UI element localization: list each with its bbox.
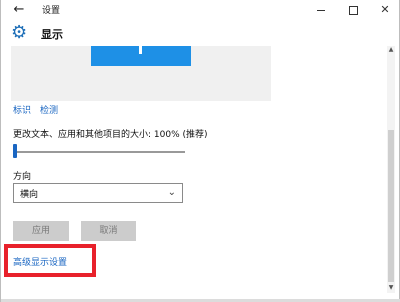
arrow-left-icon: ← (13, 2, 25, 17)
cancel-button[interactable]: 取消 (81, 221, 136, 241)
orientation-value: 横向 (20, 190, 39, 200)
close-icon: ✕ (380, 3, 390, 16)
orientation-label: 方向 (13, 172, 32, 182)
back-button[interactable]: ← (11, 2, 27, 18)
maximize-button[interactable] (337, 0, 369, 20)
page-header: ⚙ 显示 (1, 22, 399, 46)
scroll-up-icon[interactable]: ▲ (387, 46, 395, 54)
close-button[interactable]: ✕ (369, 0, 400, 20)
minimize-button[interactable] (305, 0, 337, 20)
gear-icon: ⚙ (11, 22, 28, 43)
detect-link[interactable]: 检测 (40, 103, 58, 116)
scale-label: 更改文本、应用和其他项目的大小: 100% (推荐) (13, 130, 208, 140)
scale-slider-thumb[interactable] (13, 144, 17, 158)
advanced-display-settings-link[interactable]: 高级显示设置 (13, 255, 67, 268)
vertical-scrollbar[interactable]: ▲ ▼ (387, 46, 395, 293)
scale-slider-track[interactable] (13, 151, 185, 153)
page-title: 显示 (41, 28, 63, 41)
identify-link[interactable]: 标识 (13, 103, 31, 116)
scrollbar-thumb[interactable] (388, 130, 394, 282)
maximize-icon (348, 5, 358, 15)
settings-window: ← 设置 ✕ ⚙ 显示 标识 检测 更改文本、应用和其他项目的大小: 100% … (0, 0, 400, 302)
monitor-number-icon (139, 46, 142, 54)
apply-button[interactable]: 应用 (13, 221, 69, 241)
minimize-icon (317, 9, 325, 11)
chevron-down-icon: ⌄ (167, 187, 176, 198)
scroll-down-icon[interactable]: ▼ (387, 284, 395, 292)
monitor-1-tile[interactable] (91, 46, 191, 66)
title-bar: ← 设置 ✕ (1, 0, 399, 20)
orientation-dropdown[interactable]: 横向 ⌄ (13, 183, 183, 203)
window-title: 设置 (42, 6, 61, 16)
display-preview (11, 46, 271, 101)
